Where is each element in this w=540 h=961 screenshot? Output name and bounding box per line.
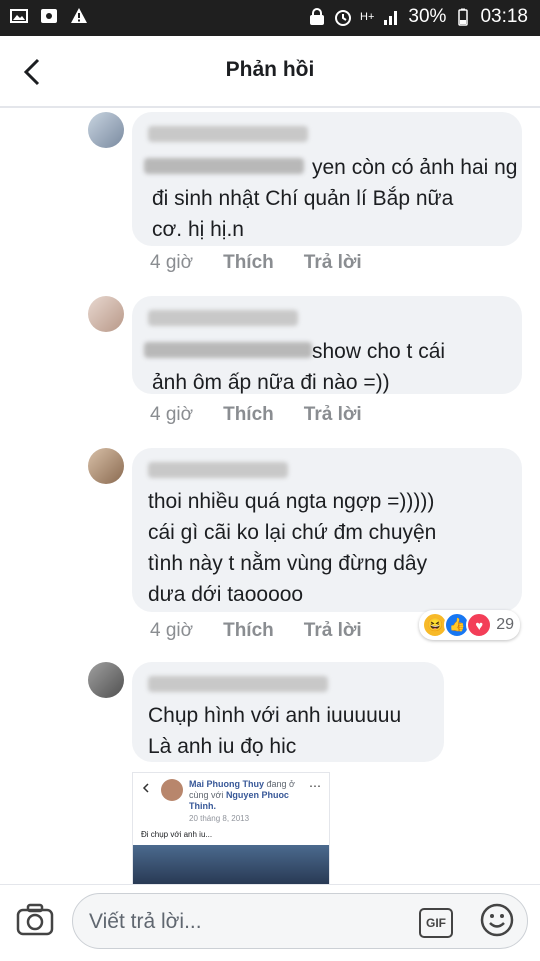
comment-bubble: Chụp hình với anh iuuuuuu Là anh iu đọ h… [132, 662, 444, 762]
comment-item: show cho t cái ảnh ôm ấp nữa đi nào =)) … [0, 292, 540, 434]
lock-icon [310, 8, 325, 25]
comment-time: 4 giờ [150, 404, 194, 425]
alarm-icon [335, 10, 352, 26]
embed-author: Mai Phuong Thuy đang ở cùng với Nguyen P… [189, 779, 299, 812]
comment-actions: 4 giờ Thích Trả lời [150, 252, 362, 274]
avatar [161, 779, 183, 801]
comment-text: yen còn có ảnh hai ng đi sinh nhật Chí q… [152, 156, 518, 241]
comment-actions: 4 giờ Thích Trả lời [150, 404, 362, 426]
status-right: H+ 30% 03:18 [308, 6, 528, 28]
avatar[interactable] [88, 448, 124, 484]
clock: 03:18 [480, 6, 528, 27]
camera-icon[interactable] [16, 903, 54, 937]
reaction-summary[interactable]: 😆 👍 ♥ 29 [419, 610, 520, 640]
gallery-icon [10, 9, 28, 23]
like-button[interactable]: Thích [223, 404, 274, 426]
blurred-author-name[interactable] [148, 126, 308, 142]
like-button[interactable]: Thích [223, 252, 274, 274]
embed-more-icon: ⋯ [309, 779, 321, 793]
avatar[interactable] [88, 662, 124, 698]
comment-text: Chụp hình với anh iuuuuuu Là anh iu đọ h… [148, 704, 402, 758]
blurred-author-name[interactable] [148, 462, 288, 478]
embed-author-name: Mai Phuong Thuy [189, 779, 264, 789]
embed-caption: Đi chụp với anh iu... [141, 830, 213, 839]
signal-icon [384, 11, 398, 25]
embed-date: 20 tháng 8, 2013 [189, 814, 250, 823]
reaction-count: 29 [496, 616, 514, 633]
reply-button[interactable]: Trả lời [304, 620, 362, 642]
reply-button[interactable]: Trả lời [304, 404, 362, 426]
battery-icon [458, 8, 469, 26]
back-arrow-icon [142, 783, 149, 793]
reply-input-container: GIF [72, 893, 528, 949]
reply-button[interactable]: Trả lời [304, 252, 362, 274]
reply-composer: GIF [0, 884, 540, 961]
love-icon: ♥ [466, 612, 493, 638]
network-type: H+ [360, 11, 375, 23]
status-bar: H+ 30% 03:18 [0, 0, 540, 36]
emoji-icon[interactable] [479, 902, 515, 938]
comment-text: show cho t cái ảnh ôm ấp nữa đi nào =)) [152, 340, 446, 394]
comment-attachment-image[interactable]: Mai Phuong Thuy đang ở cùng với Nguyen P… [132, 772, 330, 892]
comment-time: 4 giờ [150, 620, 194, 641]
warning-icon [71, 8, 87, 23]
settings-icon [41, 9, 57, 23]
page-title: Phản hồi [225, 58, 315, 81]
gif-button[interactable]: GIF [419, 908, 453, 938]
blurred-author-name[interactable] [148, 310, 298, 326]
battery-percent: 30% [408, 6, 447, 27]
comment-actions: 4 giờ Thích Trả lời [150, 620, 362, 642]
blurred-author-name[interactable] [148, 676, 328, 692]
comment-item: thoi nhiều quá ngta ngợp =))))) cái gì c… [0, 444, 540, 650]
comment-text: thoi nhiều quá ngta ngợp =))))) cái gì c… [148, 490, 437, 606]
header: Phản hồi [0, 36, 540, 108]
comment-time: 4 giờ [150, 252, 194, 273]
like-button[interactable]: Thích [223, 620, 274, 642]
comment-item: yen còn có ảnh hai ng đi sinh nhật Chí q… [0, 108, 540, 278]
avatar[interactable] [88, 296, 124, 332]
avatar[interactable] [88, 112, 124, 148]
comment-bubble: thoi nhiều quá ngta ngợp =))))) cái gì c… [132, 448, 522, 612]
status-left [10, 7, 88, 25]
reply-input[interactable] [87, 906, 411, 938]
comment-bubble: yen còn có ảnh hai ng đi sinh nhật Chí q… [132, 112, 522, 246]
comment-bubble: show cho t cái ảnh ôm ấp nữa đi nào =)) [132, 296, 522, 394]
